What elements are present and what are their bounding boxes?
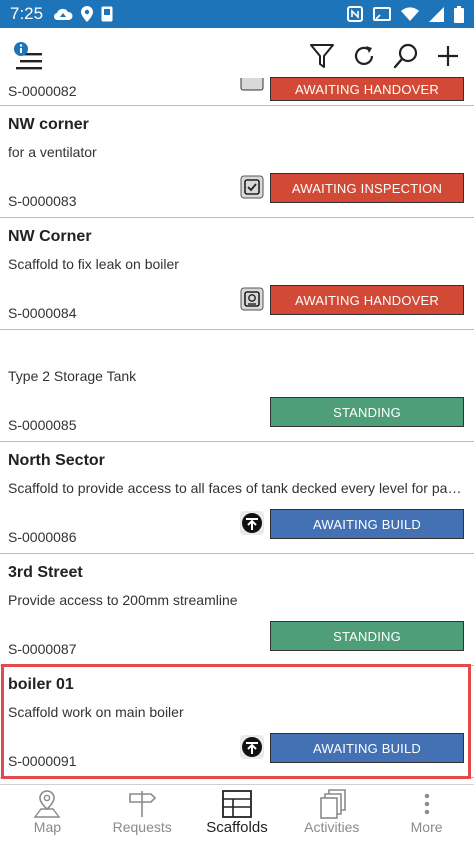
nav-map[interactable]: Map	[0, 785, 95, 841]
item-code: S-0000091	[8, 753, 77, 769]
item-code: S-0000087	[8, 641, 77, 657]
handover-icon	[240, 73, 264, 97]
nav-scaffolds-label: Scaffolds	[206, 819, 268, 836]
item-description: Type 2 Storage Tank	[8, 368, 137, 384]
location-icon	[81, 6, 94, 22]
refresh-icon[interactable]	[350, 42, 378, 70]
sd-card-icon	[101, 6, 113, 22]
more-vertical-icon	[422, 789, 432, 819]
nav-requests-label: Requests	[112, 819, 172, 835]
status-badge[interactable]: STANDING	[270, 621, 464, 651]
item-title: North Sector	[8, 452, 105, 469]
nav-activities[interactable]: Activities	[284, 785, 379, 841]
upload-arrow-icon	[240, 511, 264, 535]
item-code: S-0000083	[8, 193, 77, 209]
upload-arrow-icon	[240, 735, 264, 759]
status-badge[interactable]: AWAITING INSPECTION	[270, 173, 464, 203]
list-item[interactable]: S-0000082 AWAITING HANDOVER	[0, 70, 474, 106]
item-description: for a ventilator	[8, 144, 97, 160]
status-badge[interactable]: AWAITING BUILD	[270, 509, 464, 539]
list-item-selected[interactable]: boiler 01 Scaffold work on main boiler S…	[0, 666, 474, 778]
item-code: S-0000084	[8, 305, 77, 321]
plus-icon[interactable]	[434, 42, 462, 70]
nav-activities-label: Activities	[304, 819, 360, 835]
item-title: boiler 01	[8, 676, 74, 693]
item-code: S-0000086	[8, 529, 77, 545]
item-title: NW corner	[8, 116, 89, 133]
list-item[interactable]: North Sector Scaffold to provide access …	[0, 442, 474, 554]
bottom-navigation: Map Requests Scaffolds Activities More	[0, 784, 474, 841]
scaffold-grid-icon	[222, 789, 252, 819]
nav-more-label: More	[410, 819, 443, 835]
list-item[interactable]: NW corner for a ventilator S-0000083 AWA…	[0, 106, 474, 218]
battery-icon	[454, 5, 464, 23]
app-screen: 7:25 S-0000082 AWAITING HANDOVER NW corn…	[0, 0, 474, 841]
cast-icon	[373, 6, 391, 22]
nav-more[interactable]: More	[379, 785, 474, 841]
item-code: S-0000085	[8, 417, 77, 433]
nav-requests[interactable]: Requests	[95, 785, 190, 841]
item-description: Scaffold work on main boiler	[8, 704, 184, 720]
filter-icon[interactable]	[308, 42, 336, 70]
checkbox-icon	[240, 175, 264, 199]
status-badge[interactable]: AWAITING HANDOVER	[270, 77, 464, 101]
item-title: 3rd Street	[8, 564, 83, 581]
nav-map-label: Map	[33, 819, 62, 835]
menu-info-icon[interactable]	[12, 39, 46, 73]
search-icon[interactable]	[392, 42, 420, 70]
map-pin-icon	[33, 789, 61, 819]
item-description: Scaffold to provide access to all faces …	[8, 480, 464, 496]
status-time: 7:25	[10, 4, 44, 23]
status-badge[interactable]: STANDING	[270, 397, 464, 427]
status-badge[interactable]: AWAITING HANDOVER	[270, 285, 464, 315]
item-code: S-0000082	[8, 83, 77, 99]
status-bar: 7:25	[0, 0, 474, 28]
cloud-icon	[53, 7, 73, 21]
list-item[interactable]: NW Corner Scaffold to fix leak on boiler…	[0, 218, 474, 330]
item-description: Scaffold to fix leak on boiler	[8, 256, 179, 272]
nfc-icon	[347, 6, 363, 22]
list-item[interactable]: 3rd Street Provide access to 200mm strea…	[0, 554, 474, 666]
status-badge[interactable]: AWAITING BUILD	[270, 733, 464, 763]
handover-icon	[240, 287, 264, 311]
signal-icon	[429, 6, 444, 22]
scaffold-list: S-0000082 AWAITING HANDOVER NW corner fo…	[0, 70, 474, 784]
stacked-pages-icon	[318, 789, 346, 819]
nav-scaffolds[interactable]: Scaffolds	[190, 785, 285, 841]
item-description: Provide access to 200mm streamline	[8, 592, 238, 608]
list-item[interactable]: Type 2 Storage Tank S-0000085 STANDING	[0, 330, 474, 442]
wifi-icon	[401, 7, 419, 21]
item-title: NW Corner	[8, 228, 92, 245]
signpost-icon	[127, 789, 157, 819]
